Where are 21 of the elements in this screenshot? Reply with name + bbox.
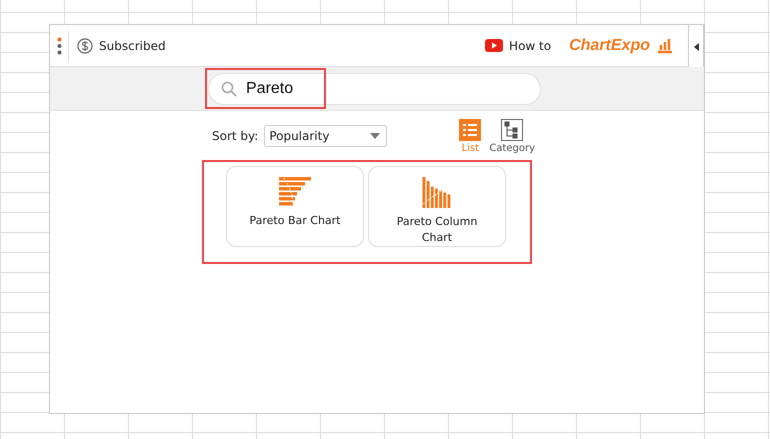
- column-chart-icon: [422, 177, 452, 208]
- caret-icon: [694, 42, 698, 50]
- search-field[interactable]: Pareto: [208, 72, 541, 104]
- logo-text: ChartExpo: [569, 36, 650, 54]
- sort-label: Sort by:: [212, 129, 258, 143]
- sort-dropdown[interactable]: Popularity: [264, 125, 388, 147]
- how-to-link[interactable]: How to: [509, 38, 552, 52]
- search-icon: [221, 80, 237, 96]
- dollar-icon: [77, 38, 93, 54]
- list-icon: [459, 119, 482, 141]
- menu-icon[interactable]: [57, 36, 62, 54]
- video-icon: [485, 39, 504, 52]
- tree-icon: [501, 119, 524, 141]
- caret-icon: [370, 133, 380, 139]
- collapse-tab[interactable]: [688, 25, 704, 69]
- bar-chart-icon: [279, 177, 311, 207]
- logo-icon: [656, 38, 674, 54]
- chart-card[interactable]: Pareto Column Chart: [368, 166, 506, 247]
- chart-card[interactable]: Pareto Bar Chart: [226, 166, 364, 247]
- view-tab[interactable]: Category: [487, 119, 537, 154]
- subscription-status: Subscribed: [99, 38, 166, 52]
